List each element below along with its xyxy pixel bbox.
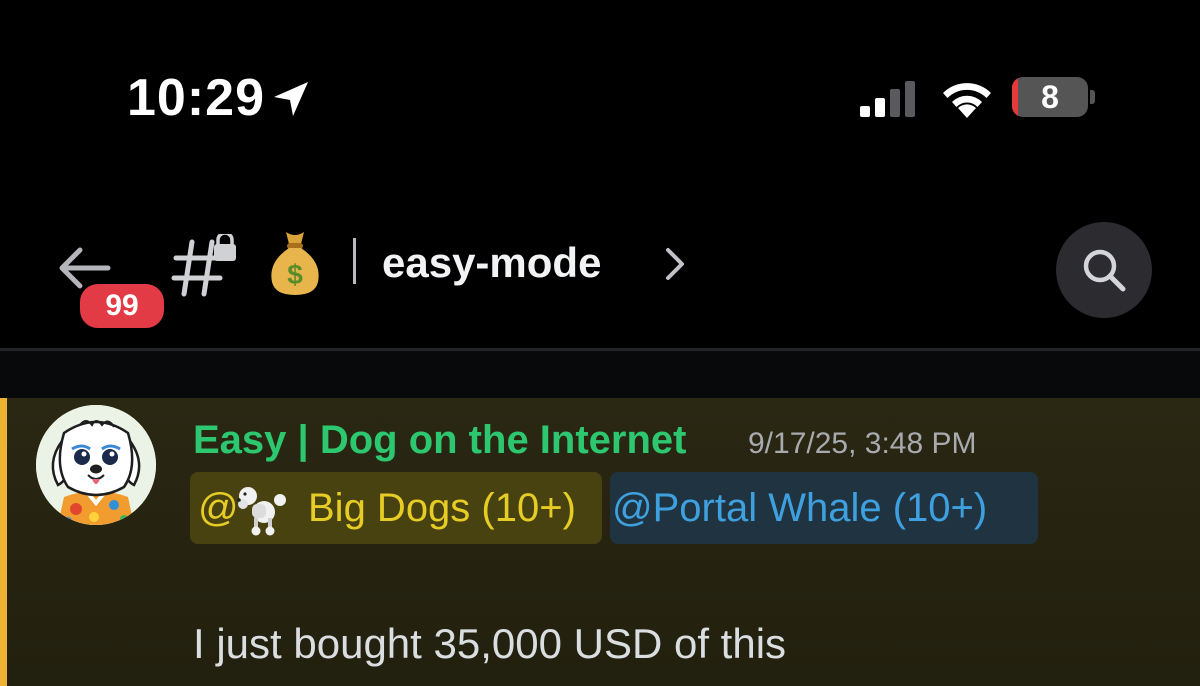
unread-badge: 99 bbox=[76, 280, 168, 332]
svg-text:$: $ bbox=[287, 259, 303, 290]
status-time: 10:29 bbox=[127, 69, 265, 127]
locked-hashtag-icon bbox=[171, 234, 236, 297]
battery-indicator: 8 bbox=[1012, 77, 1088, 117]
channel-header: 99 $ easy-mode bbox=[0, 190, 1200, 350]
status-bar: 10:29 8 bbox=[0, 0, 1200, 190]
avatar[interactable] bbox=[36, 405, 156, 525]
search-icon bbox=[1083, 249, 1126, 292]
message-list-top bbox=[0, 351, 1200, 398]
discord-mobile-screen: 10:29 8 99 $ easy-mode Easy | Dog on the… bbox=[0, 0, 1200, 686]
battery-percent: 8 bbox=[1041, 79, 1059, 115]
mention-role-label: @Portal Whale (10+) bbox=[612, 486, 988, 530]
poodle-icon bbox=[237, 487, 286, 536]
message-author[interactable]: Easy | Dog on the Internet bbox=[193, 416, 686, 464]
header-divider bbox=[353, 238, 356, 284]
chevron-right-icon[interactable] bbox=[662, 246, 688, 282]
mention-highlight-bar bbox=[0, 398, 7, 686]
message-item[interactable]: Easy | Dog on the Internet 9/17/25, 3:48… bbox=[0, 398, 1200, 686]
channel-name[interactable]: easy-mode bbox=[382, 236, 601, 290]
search-button[interactable] bbox=[1056, 222, 1152, 318]
message-content: I just bought 35,000 USD of this bbox=[193, 620, 787, 667]
role-mention-portal-whale[interactable]: @Portal Whale (10+) bbox=[610, 472, 1038, 544]
mention-role-label: Big Dogs (10+) bbox=[308, 486, 576, 530]
message-timestamp: 9/17/25, 3:48 PM bbox=[748, 427, 977, 460]
money-bag-icon: $ bbox=[271, 232, 319, 295]
wifi-icon bbox=[943, 83, 991, 118]
location-arrow-icon bbox=[274, 82, 308, 116]
cellular-signal-icon bbox=[860, 81, 915, 117]
mention-prefix: @ bbox=[198, 486, 239, 530]
battery-cap bbox=[1090, 90, 1095, 104]
dog-avatar-image bbox=[36, 405, 156, 525]
role-mention-big-dogs[interactable]: @ Big Dogs (10+) bbox=[190, 472, 602, 544]
